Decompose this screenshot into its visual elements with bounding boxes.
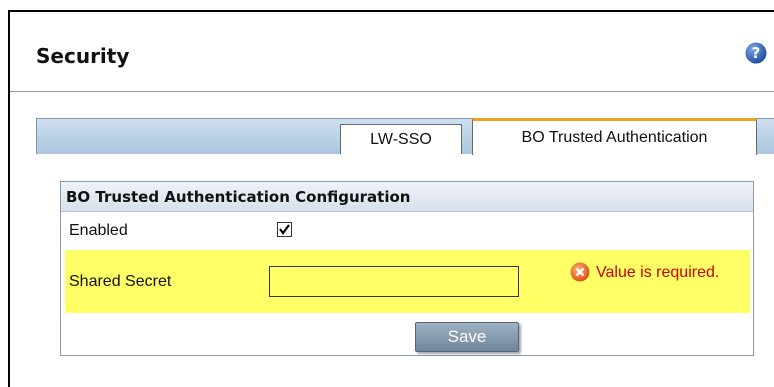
validation-error-message: Value is required. (596, 264, 720, 281)
panel-header: BO Trusted Authentication Configuration (61, 182, 753, 212)
save-button[interactable]: Save (415, 322, 519, 352)
shared-secret-row: Shared Secret Value is required. (65, 250, 750, 313)
security-page: Security ? LW-SSO BO Trusted Authenticat… (0, 0, 774, 387)
help-icon[interactable]: ? (745, 42, 767, 64)
window-top-border (8, 10, 774, 12)
config-panel: BO Trusted Authentication Configuration … (60, 181, 754, 356)
title-divider (10, 91, 774, 92)
checkmark-icon (279, 224, 290, 235)
tab-bo-trusted-authentication[interactable]: BO Trusted Authentication (472, 118, 757, 155)
tab-lw-sso[interactable]: LW-SSO (340, 124, 462, 154)
enabled-checkbox[interactable] (277, 222, 292, 237)
svg-text:?: ? (752, 44, 761, 62)
error-icon (570, 262, 590, 282)
panel-title: BO Trusted Authentication Configuration (66, 188, 411, 206)
shared-secret-label: Shared Secret (69, 273, 172, 290)
window-left-border (8, 10, 10, 387)
enabled-label: Enabled (69, 222, 128, 239)
shared-secret-input[interactable] (269, 266, 519, 297)
page-title: Security (36, 44, 130, 68)
